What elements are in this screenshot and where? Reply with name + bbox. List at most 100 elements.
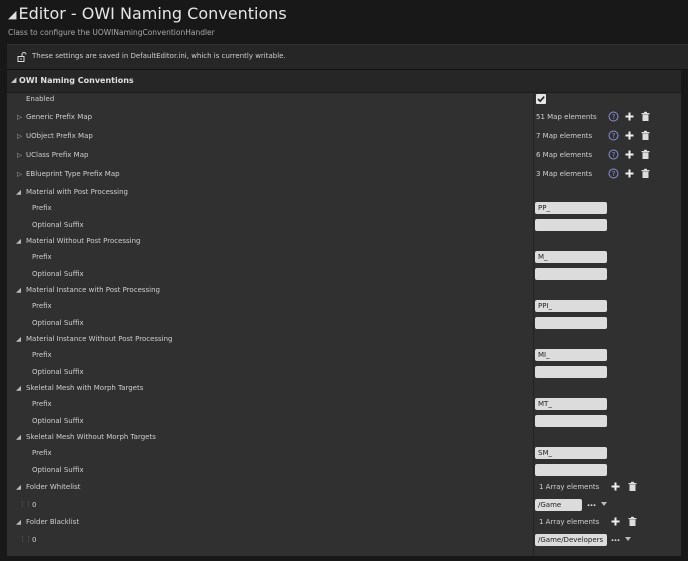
enabled-checkbox[interactable] — [536, 94, 546, 104]
map-count: 51 Map elements — [536, 113, 597, 121]
suffix-row: Optional Suffix — [7, 217, 681, 233]
prefix-row: Prefix M_ — [7, 249, 681, 265]
help-icon[interactable]: ? — [608, 149, 619, 160]
group-label: Material Without Post Processing — [26, 237, 141, 245]
trash-icon[interactable] — [640, 168, 651, 179]
trash-icon[interactable] — [627, 516, 638, 527]
trash-icon[interactable] — [640, 130, 651, 141]
group-row[interactable]: ◢ Skeletal Mesh Without Morph Targets — [7, 429, 681, 445]
group-label: Material Instance with Post Processing — [26, 286, 160, 294]
prefix-input[interactable]: PP_ — [535, 202, 607, 214]
expanded-arrow-icon[interactable]: ◢ — [16, 188, 21, 196]
expanded-arrow-icon[interactable]: ◢ — [16, 433, 21, 441]
suffix-input[interactable] — [535, 268, 607, 280]
suffix-input[interactable] — [535, 366, 607, 378]
prefix-row: Prefix MT_ — [7, 396, 681, 412]
map-row-uobject[interactable]: ▷ UObject Prefix Map 7 Map elements ? — [7, 128, 681, 144]
add-icon[interactable] — [610, 481, 621, 492]
map-label: UClass Prefix Map — [26, 151, 89, 159]
add-icon[interactable] — [624, 149, 635, 160]
drag-handle-icon[interactable]: ⋮⋮ — [19, 535, 32, 543]
unlocked-icon — [17, 52, 27, 62]
expanded-arrow-icon[interactable]: ◢ — [16, 483, 21, 491]
prefix-input[interactable]: SM_ — [535, 447, 607, 459]
prefix-input[interactable]: PPI_ — [535, 300, 607, 312]
help-icon[interactable]: ? — [608, 168, 619, 179]
expanded-arrow-icon[interactable]: ◢ — [16, 237, 21, 245]
enabled-label: Enabled — [26, 95, 55, 103]
suffix-label: Optional Suffix — [32, 368, 84, 376]
chevron-down-icon[interactable] — [625, 537, 631, 541]
collapsed-arrow-icon[interactable]: ▷ — [17, 151, 22, 159]
checkmark-icon — [537, 96, 545, 103]
path-input[interactable]: /Game/Developers — [535, 534, 607, 546]
trash-icon[interactable] — [640, 149, 651, 160]
page-title-text: Editor - OWI Naming Conventions — [18, 4, 287, 23]
collapsed-arrow-icon[interactable]: ▷ — [17, 113, 22, 121]
prefix-input[interactable]: MI_ — [535, 349, 607, 361]
help-icon[interactable]: ? — [608, 130, 619, 141]
folder-blacklist-label: Folder Blacklist — [26, 518, 80, 526]
more-options-icon[interactable]: … — [587, 500, 596, 509]
expanded-arrow-icon[interactable]: ◢ — [16, 335, 21, 343]
prefix-label: Prefix — [32, 351, 52, 359]
prefix-row: Prefix SM_ — [7, 445, 681, 461]
section-header[interactable]: ◢ OWI Naming Conventions — [7, 70, 681, 93]
add-icon[interactable] — [624, 111, 635, 122]
svg-text:?: ? — [612, 170, 616, 178]
map-row-eblueprint[interactable]: ▷ EBlueprint Type Prefix Map 3 Map eleme… — [7, 166, 681, 182]
prefix-label: Prefix — [32, 302, 52, 310]
map-count: 7 Map elements — [536, 132, 593, 140]
folder-whitelist-row[interactable]: ◢ Folder Whitelist 1 Array elements — [7, 479, 681, 495]
prefix-input[interactable]: MT_ — [535, 398, 607, 410]
suffix-row: Optional Suffix — [7, 364, 681, 380]
drag-handle-icon[interactable]: ⋮⋮ — [19, 500, 32, 508]
path-input[interactable]: /Game — [535, 499, 582, 511]
trash-icon[interactable] — [640, 111, 651, 122]
group-row[interactable]: ◢ Material Instance Without Post Process… — [7, 331, 681, 347]
suffix-row: Optional Suffix — [7, 315, 681, 331]
trash-icon[interactable] — [627, 481, 638, 492]
group-label: Material Instance Without Post Processin… — [26, 335, 173, 343]
map-count: 6 Map elements — [536, 151, 593, 159]
collapsed-arrow-icon[interactable]: ▷ — [17, 132, 22, 140]
folder-blacklist-row[interactable]: ◢ Folder Blacklist 1 Array elements — [7, 514, 681, 530]
chevron-down-icon[interactable] — [601, 502, 607, 506]
array-index: 0 — [32, 501, 37, 509]
suffix-label: Optional Suffix — [32, 466, 84, 474]
map-row-uclass[interactable]: ▷ UClass Prefix Map 6 Map elements ? — [7, 147, 681, 163]
collapse-arrow-icon[interactable]: ◢ — [8, 8, 16, 21]
add-icon[interactable] — [624, 168, 635, 179]
page-title: ◢ Editor - OWI Naming Conventions — [8, 4, 287, 23]
suffix-input[interactable] — [535, 317, 607, 329]
prefix-row: Prefix PPI_ — [7, 298, 681, 314]
prefix-input[interactable]: M_ — [535, 251, 607, 263]
group-row[interactable]: ◢ Material Without Post Processing — [7, 233, 681, 249]
suffix-row: Optional Suffix — [7, 413, 681, 429]
add-icon[interactable] — [610, 516, 621, 527]
folder-whitelist-label: Folder Whitelist — [26, 483, 81, 491]
expanded-arrow-icon[interactable]: ◢ — [11, 76, 16, 84]
suffix-input[interactable] — [535, 464, 607, 476]
svg-text:?: ? — [612, 113, 616, 121]
more-options-icon[interactable]: … — [611, 535, 620, 544]
expanded-arrow-icon[interactable]: ◢ — [16, 384, 21, 392]
config-notice: These settings are saved in DefaultEdito… — [7, 44, 688, 70]
group-row[interactable]: ◢ Skeletal Mesh with Morph Targets — [7, 380, 681, 396]
suffix-label: Optional Suffix — [32, 270, 84, 278]
prefix-label: Prefix — [32, 253, 52, 261]
suffix-input[interactable] — [535, 219, 607, 231]
expanded-arrow-icon[interactable]: ◢ — [16, 286, 21, 294]
whitelist-item-row: ⋮⋮ 0 /Game … — [7, 497, 681, 513]
collapsed-arrow-icon[interactable]: ▷ — [17, 170, 22, 178]
add-icon[interactable] — [624, 130, 635, 141]
suffix-input[interactable] — [535, 415, 607, 427]
page-subtitle: Class to configure the UOWINamingConvent… — [8, 28, 215, 37]
help-icon[interactable]: ? — [608, 111, 619, 122]
section-title: OWI Naming Conventions — [19, 76, 134, 85]
group-row[interactable]: ◢ Material with Post Processing — [7, 184, 681, 200]
group-row[interactable]: ◢ Material Instance with Post Processing — [7, 282, 681, 298]
suffix-row: Optional Suffix — [7, 266, 681, 282]
map-row-generic[interactable]: ▷ Generic Prefix Map 51 Map elements ? — [7, 109, 681, 125]
expanded-arrow-icon[interactable]: ◢ — [16, 518, 21, 526]
